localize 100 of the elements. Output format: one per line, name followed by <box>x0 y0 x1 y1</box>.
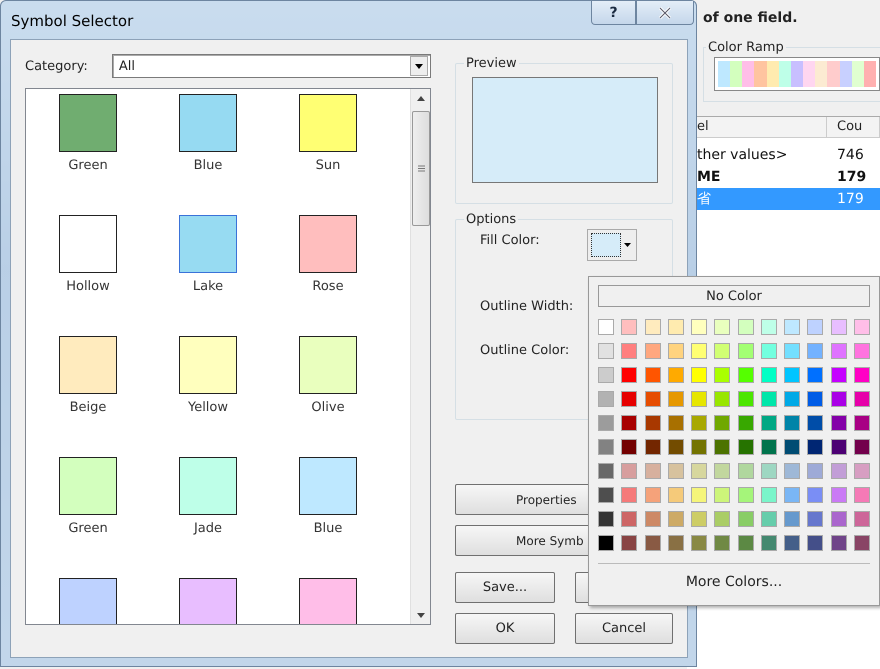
symbol-swatch[interactable] <box>179 578 237 624</box>
color-swatch[interactable] <box>854 319 870 335</box>
color-swatch[interactable] <box>807 319 824 335</box>
color-swatch[interactable] <box>714 463 730 479</box>
column-header[interactable]: el <box>687 117 827 137</box>
symbol-swatch[interactable] <box>299 94 357 152</box>
color-swatch[interactable] <box>830 487 847 503</box>
color-swatch[interactable] <box>830 535 847 551</box>
color-swatch[interactable] <box>621 487 638 503</box>
symbol-swatch[interactable] <box>59 578 117 624</box>
color-swatch[interactable] <box>830 391 847 407</box>
color-swatch[interactable] <box>738 535 754 551</box>
fill-color-button[interactable] <box>587 229 637 261</box>
scrollbar[interactable] <box>410 89 430 624</box>
color-swatch[interactable] <box>691 463 708 479</box>
color-swatch[interactable] <box>854 535 870 551</box>
color-swatch[interactable] <box>668 535 684 551</box>
symbol-swatch[interactable] <box>179 336 237 394</box>
dialog-button[interactable]: Cancel <box>575 613 673 644</box>
color-swatch[interactable] <box>854 511 870 527</box>
color-swatch[interactable] <box>668 487 684 503</box>
color-swatch[interactable] <box>784 535 800 551</box>
color-swatch[interactable] <box>738 415 754 431</box>
color-swatch[interactable] <box>598 343 614 359</box>
color-swatch[interactable] <box>644 511 661 527</box>
color-swatch[interactable] <box>691 415 708 431</box>
color-swatch[interactable] <box>807 439 824 455</box>
color-swatch[interactable] <box>738 391 754 407</box>
color-swatch[interactable] <box>784 343 800 359</box>
color-swatch[interactable] <box>784 487 800 503</box>
color-swatch[interactable] <box>621 439 638 455</box>
color-swatch[interactable] <box>738 319 754 335</box>
color-swatch[interactable] <box>784 511 800 527</box>
color-swatch[interactable] <box>668 415 684 431</box>
symbol-swatch[interactable] <box>179 215 237 273</box>
color-swatch[interactable] <box>691 319 708 335</box>
symbol-swatch[interactable] <box>299 457 357 515</box>
color-swatch[interactable] <box>807 535 824 551</box>
column-header[interactable]: Cou <box>827 117 880 137</box>
color-swatch[interactable] <box>807 391 824 407</box>
color-swatch[interactable] <box>738 463 754 479</box>
color-swatch[interactable] <box>691 487 708 503</box>
color-swatch[interactable] <box>714 487 730 503</box>
color-swatch[interactable] <box>854 439 870 455</box>
color-swatch[interactable] <box>760 439 777 455</box>
color-swatch[interactable] <box>714 367 730 383</box>
color-swatch[interactable] <box>668 511 684 527</box>
color-ramp[interactable] <box>714 57 880 91</box>
color-swatch[interactable] <box>784 463 800 479</box>
color-swatch[interactable] <box>714 391 730 407</box>
color-swatch[interactable] <box>668 343 684 359</box>
color-swatch[interactable] <box>738 487 754 503</box>
color-swatch[interactable] <box>807 487 824 503</box>
color-swatch[interactable] <box>714 415 730 431</box>
color-swatch[interactable] <box>807 367 824 383</box>
color-swatch[interactable] <box>784 439 800 455</box>
color-swatch[interactable] <box>621 343 638 359</box>
color-swatch[interactable] <box>644 487 661 503</box>
symbol-swatch[interactable] <box>59 94 117 152</box>
scroll-thumb[interactable] <box>412 111 430 226</box>
color-swatch[interactable] <box>760 367 777 383</box>
color-swatch[interactable] <box>644 343 661 359</box>
color-swatch[interactable] <box>598 367 614 383</box>
color-swatch[interactable] <box>598 319 614 335</box>
color-swatch[interactable] <box>668 463 684 479</box>
color-swatch[interactable] <box>830 367 847 383</box>
color-swatch[interactable] <box>644 535 661 551</box>
color-swatch[interactable] <box>691 511 708 527</box>
color-swatch[interactable] <box>760 391 777 407</box>
color-swatch[interactable] <box>714 319 730 335</box>
color-swatch[interactable] <box>644 439 661 455</box>
symbol-swatch[interactable] <box>59 336 117 394</box>
color-swatch[interactable] <box>830 463 847 479</box>
color-swatch[interactable] <box>598 439 614 455</box>
color-swatch[interactable] <box>807 415 824 431</box>
color-swatch[interactable] <box>760 487 777 503</box>
color-swatch[interactable] <box>830 319 847 335</box>
color-swatch[interactable] <box>714 343 730 359</box>
color-swatch[interactable] <box>760 511 777 527</box>
color-swatch[interactable] <box>691 391 708 407</box>
color-swatch[interactable] <box>691 367 708 383</box>
color-swatch[interactable] <box>784 391 800 407</box>
color-swatch[interactable] <box>760 319 777 335</box>
color-swatch[interactable] <box>714 535 730 551</box>
color-swatch[interactable] <box>830 439 847 455</box>
color-swatch[interactable] <box>621 367 638 383</box>
color-swatch[interactable] <box>598 391 614 407</box>
color-swatch[interactable] <box>830 511 847 527</box>
color-swatch[interactable] <box>621 319 638 335</box>
symbol-swatch[interactable] <box>299 336 357 394</box>
color-swatch[interactable] <box>714 439 730 455</box>
more-colors-button[interactable]: More Colors... <box>682 572 786 592</box>
color-swatch[interactable] <box>738 367 754 383</box>
color-swatch[interactable] <box>830 415 847 431</box>
dialog-button[interactable]: Save... <box>455 572 555 603</box>
color-swatch[interactable] <box>784 319 800 335</box>
color-swatch[interactable] <box>854 391 870 407</box>
color-swatch[interactable] <box>621 415 638 431</box>
color-swatch[interactable] <box>621 463 638 479</box>
color-swatch[interactable] <box>760 535 777 551</box>
